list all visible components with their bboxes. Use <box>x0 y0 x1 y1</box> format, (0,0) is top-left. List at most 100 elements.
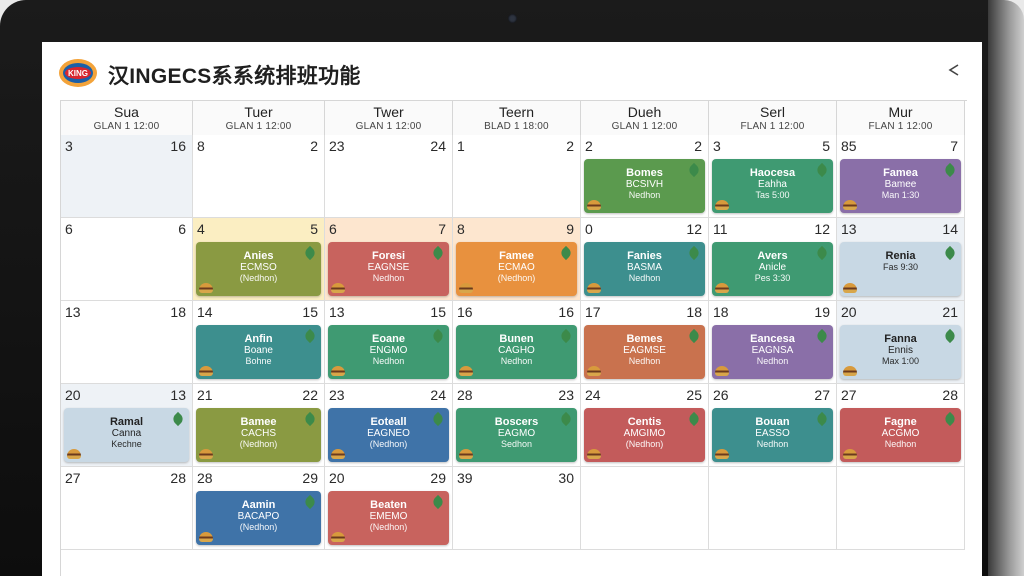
day-cell[interactable]: 23 24 <box>325 135 453 218</box>
shift-card[interactable]: Bomes BCSIVH Nedhon <box>584 159 705 213</box>
burger-icon <box>199 366 213 376</box>
shift-card[interactable]: Famee ECMAO (Nedhon) <box>456 242 577 296</box>
day-cell[interactable]: 13 15 Eoane ENGMO Nedhon <box>325 301 453 384</box>
day-number: 28 <box>197 470 213 486</box>
day-cell[interactable]: 26 27 Bouan EASSO Nedhon <box>709 384 837 467</box>
day-cell[interactable]: 20 13 Ramal Canna Kechne <box>61 384 193 467</box>
shift-card[interactable]: Bamee CACHS (Nedhon) <box>196 408 321 462</box>
day-cell[interactable]: 28 23 Boscers EAGMO Sedhon <box>453 384 581 467</box>
day-number: 13 <box>329 304 345 320</box>
shift-card[interactable]: Famea Bamee Man 1:30 <box>840 159 961 213</box>
shift-card-code: AMGIMO <box>623 428 666 439</box>
day-number-alt: 14 <box>942 221 958 237</box>
shift-card[interactable]: Avers Anicle Pes 3:30 <box>712 242 833 296</box>
day-cell[interactable]: 14 15 Anfin Boane Bohne <box>193 301 325 384</box>
day-cell[interactable]: 85 7 Famea Bamee Man 1:30 <box>837 135 965 218</box>
day-number-alt: 25 <box>686 387 702 403</box>
day-cell[interactable]: 16 16 Bunen CAGHO Nedhon <box>453 301 581 384</box>
day-cell[interactable]: 27 28 Fagne ACGMO Nedhon <box>837 384 965 467</box>
shift-card[interactable]: Eancesa EAGNSA Nedhon <box>712 325 833 379</box>
shift-card[interactable]: Fagne ACGMO Nedhon <box>840 408 961 462</box>
day-cell[interactable]: 28 29 Aamin BACAPO (Nedhon) <box>193 467 325 550</box>
shift-card[interactable]: Ramal Canna Kechne <box>64 408 189 462</box>
column-header: Tuer GLAN 1 12:00 <box>193 101 325 136</box>
day-cell[interactable] <box>709 467 837 550</box>
burger-icon <box>331 283 345 293</box>
shift-card[interactable]: Bunen CAGHO Nedhon <box>456 325 577 379</box>
day-number-alt: 13 <box>170 387 186 403</box>
day-cell[interactable]: 82 <box>193 135 325 218</box>
shift-card[interactable]: Eoteall EAGNEO (Nedhon) <box>328 408 449 462</box>
shift-card[interactable]: Anfin Boane Bohne <box>196 325 321 379</box>
day-cell[interactable] <box>581 467 709 550</box>
shift-card[interactable]: Fanna Ennis Max 1:00 <box>840 325 961 379</box>
shift-card-employee: Bunen <box>499 333 534 345</box>
day-cell[interactable]: 20 29 Beaten EMEMO (Nedhon) <box>325 467 453 550</box>
shift-card-code: CAGHO <box>498 345 535 356</box>
shift-card[interactable]: Centis AMGIMO (Nedhon) <box>584 408 705 462</box>
day-number-alt: 9 <box>566 221 574 237</box>
shift-card-employee: Fagne <box>884 416 917 428</box>
day-cell[interactable]: 39 30 <box>453 467 581 550</box>
day-number-alt: 29 <box>430 470 446 486</box>
day-number: 27 <box>65 470 81 486</box>
shift-card[interactable]: Renia Fas 9:30 <box>840 242 961 296</box>
column-header: Serl FLAN 1 12:00 <box>709 101 837 136</box>
collapse-icon[interactable] <box>946 62 962 78</box>
shift-card-employee: Centis <box>627 416 662 428</box>
day-number: 20 <box>841 304 857 320</box>
day-cell[interactable]: 23 24 Eoteall EAGNEO (Nedhon) <box>325 384 453 467</box>
day-number: 17 <box>585 304 601 320</box>
shift-card-time: (Nedhon) <box>239 273 278 283</box>
column-header: Twer GLAN 1 12:00 <box>325 101 453 136</box>
day-number-alt: 15 <box>302 304 318 320</box>
day-cell[interactable]: 6 7 Foresi EAGNSE Nedhon <box>325 218 453 301</box>
shift-card[interactable]: Beaten EMEMO (Nedhon) <box>328 491 449 545</box>
shift-card[interactable]: Bouan EASSO Nedhon <box>712 408 833 462</box>
day-number-alt: 23 <box>558 387 574 403</box>
shift-card[interactable]: Boscers EAGMO Sedhon <box>456 408 577 462</box>
day-number-alt: 5 <box>822 138 830 154</box>
day-cell[interactable]: 12 <box>453 135 581 218</box>
day-cell[interactable]: 3 16 <box>61 135 193 218</box>
column-day-name: Sua <box>114 104 139 120</box>
shift-card[interactable]: Anies ECMSO (Nedhon) <box>196 242 321 296</box>
day-cell[interactable]: 13 14 Renia Fas 9:30 <box>837 218 965 301</box>
burger-icon <box>199 283 213 293</box>
day-cell[interactable] <box>837 467 965 550</box>
shift-card[interactable]: Haocesa Eahha Tas 5:00 <box>712 159 833 213</box>
day-cell[interactable]: 3 5 Haocesa Eahha Tas 5:00 <box>709 135 837 218</box>
day-number: 3 <box>65 138 73 154</box>
day-cell[interactable]: 21 22 Bamee CACHS (Nedhon) <box>193 384 325 467</box>
burger-icon <box>331 449 345 459</box>
day-cell[interactable]: 17 18 Bemes EAGMSE Nedhon <box>581 301 709 384</box>
day-cell[interactable]: 11 12 Avers Anicle Pes 3:30 <box>709 218 837 301</box>
day-cell[interactable]: 27 28 <box>61 467 193 550</box>
day-cell[interactable]: 18 19 Eancesa EAGNSA Nedhon <box>709 301 837 384</box>
shift-card[interactable]: Foresi EAGNSE Nedhon <box>328 242 449 296</box>
day-cell[interactable]: 13 18 <box>61 301 193 384</box>
day-cell[interactable]: 0 12 Fanies BASMA Nedhon <box>581 218 709 301</box>
day-number-alt: 28 <box>942 387 958 403</box>
burger-icon <box>587 200 601 210</box>
shift-card-code: EAGNEO <box>367 428 410 439</box>
burger-icon <box>459 366 473 376</box>
day-number-alt: 7 <box>950 138 958 154</box>
shift-card-time: (Nedhon) <box>369 522 408 532</box>
day-cell[interactable]: 2 2 Bomes BCSIVH Nedhon <box>581 135 709 218</box>
shift-card[interactable]: Bemes EAGMSE Nedhon <box>584 325 705 379</box>
shift-card[interactable]: Eoane ENGMO Nedhon <box>328 325 449 379</box>
day-number-alt: 18 <box>170 304 186 320</box>
day-cell[interactable]: 20 21 Fanna Ennis Max 1:00 <box>837 301 965 384</box>
shift-card[interactable]: Aamin BACAPO (Nedhon) <box>196 491 321 545</box>
day-cell[interactable]: 4 5 Anies ECMSO (Nedhon) <box>193 218 325 301</box>
shift-card[interactable]: Fanies BASMA Nedhon <box>584 242 705 296</box>
day-cell[interactable]: 8 9 Famee ECMAO (Nedhon) <box>453 218 581 301</box>
day-cell[interactable]: 24 25 Centis AMGIMO (Nedhon) <box>581 384 709 467</box>
column-header: Sua GLAN 1 12:00 <box>61 101 193 136</box>
shift-card-code: EAGMSE <box>623 345 666 356</box>
day-cell[interactable]: 66 <box>61 218 193 301</box>
camera-icon <box>508 14 517 23</box>
day-number-alt: 16 <box>558 304 574 320</box>
column-day-name: Twer <box>373 104 404 120</box>
